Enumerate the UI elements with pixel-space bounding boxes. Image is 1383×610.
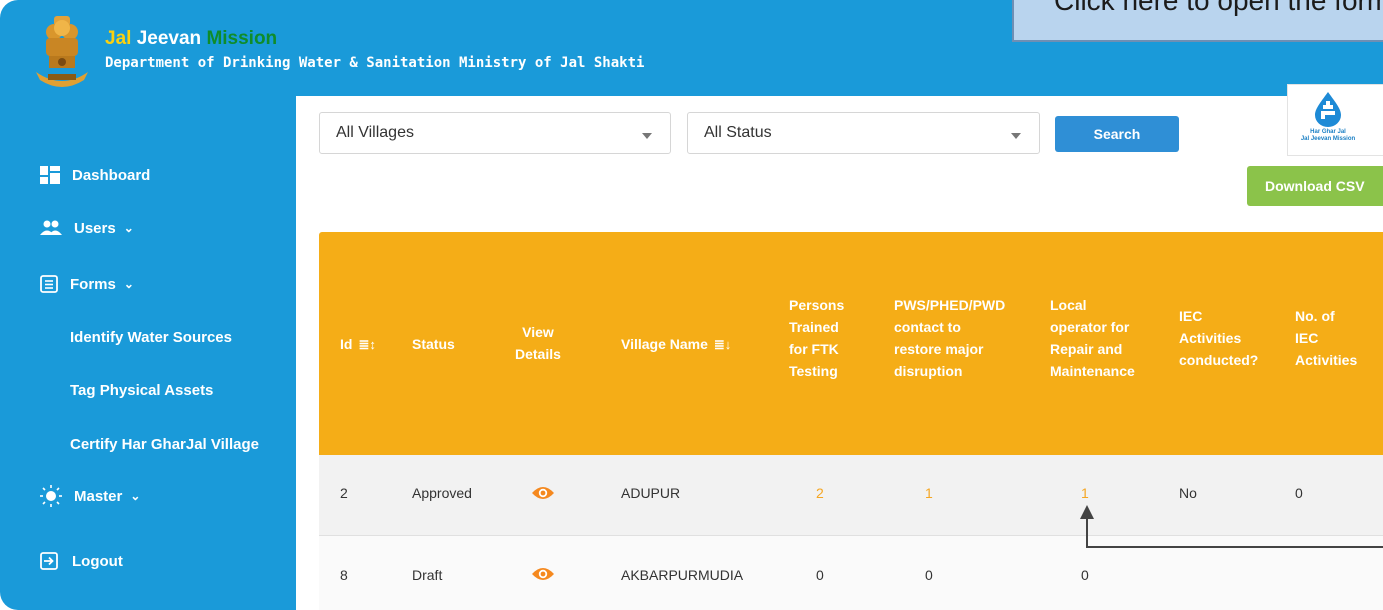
column-header-iec-conducted: IEC Activities conducted? (1179, 305, 1258, 371)
cell-persons-trained: 0 (816, 567, 824, 583)
chevron-down-icon: ⌄ (123, 277, 134, 291)
cell-village-name: AKBARPURMUDIA (621, 567, 744, 583)
sidebar-item-forms[interactable]: Forms ⌄ (40, 269, 134, 299)
cell-id: 8 (340, 567, 348, 583)
status-select-value: All Status (704, 124, 772, 141)
cell-iec-conducted: No (1179, 485, 1197, 501)
arrowhead-icon (1080, 505, 1094, 519)
cell-no-of-iec: 0 (1295, 485, 1303, 501)
column-header-id[interactable]: Id ≣↕ (340, 333, 376, 356)
sort-icon: ≣↓ (713, 337, 732, 352)
caret-down-icon (642, 133, 652, 139)
cell-status: Draft (412, 567, 443, 583)
cell-village-name: ADUPUR (621, 485, 681, 501)
column-header-line: Repair and (1050, 341, 1123, 357)
chevron-down-icon: ⌄ (123, 221, 134, 235)
column-header-line: Testing (789, 363, 838, 379)
caret-down-icon (1011, 133, 1021, 139)
sidebar-item-logout[interactable]: Logout (40, 546, 123, 576)
cell-local-operator: 0 (1081, 567, 1089, 583)
column-header-pws-contact: PWS/PHED/PWD contact to restore major di… (894, 294, 1005, 382)
column-header-line: for FTK (789, 341, 839, 357)
logo-text-line1: Har Ghar Jal (1310, 129, 1346, 135)
sidebar-item-users[interactable]: Users ⌄ (40, 213, 134, 243)
column-header-line: restore major (894, 341, 984, 357)
column-header-line: operator for (1050, 319, 1130, 335)
column-header-line: Persons (789, 297, 845, 313)
eye-icon[interactable] (531, 485, 555, 501)
dashboard-icon (40, 166, 60, 184)
brand-subtitle: Department of Drinking Water & Sanitatio… (105, 55, 645, 71)
logo-text-line2: Jal Jeevan Mission (1300, 136, 1356, 142)
column-header-line: Activities (1295, 352, 1358, 368)
sidebar: Dashboard Users ⌄ Forms ⌄ Identify Water… (0, 96, 296, 610)
village-select-value: All Villages (336, 124, 414, 141)
instruction-callout: Click here to open the form (1012, 0, 1383, 42)
app-window: Jal Jeevan Mission Department of Drinkin… (0, 0, 1383, 610)
water-drop-icon (1315, 92, 1341, 127)
column-header-view-line: View (522, 324, 554, 340)
users-icon (40, 220, 62, 235)
column-header-line: No. of (1295, 308, 1335, 324)
cell-pws-contact: 0 (925, 567, 933, 583)
cell-pws-contact[interactable]: 1 (925, 485, 933, 501)
cell-persons-trained[interactable]: 2 (816, 485, 824, 501)
table-header: Id ≣↕ Status View Details Village Name ≣↓ … (319, 232, 1383, 455)
sidebar-item-tag-physical-assets[interactable]: Tag Physical Assets (70, 382, 213, 399)
sidebar-item-master-label: Master (74, 487, 123, 505)
cell-status: Approved (412, 485, 472, 501)
brand-title-mission: Mission (206, 28, 278, 49)
sidebar-item-forms-label: Forms (70, 275, 116, 293)
sidebar-item-dashboard[interactable]: Dashboard (40, 160, 150, 190)
column-header-line: Activities (1179, 330, 1242, 346)
brand-title: Jal Jeevan Mission (105, 28, 277, 50)
cell-id: 2 (340, 485, 348, 501)
download-csv-button[interactable]: Download CSV (1247, 166, 1383, 206)
sidebar-item-dashboard-label: Dashboard (72, 166, 151, 184)
column-header-status: Status (412, 336, 455, 352)
column-header-local-operator: Local operator for Repair and Maintenanc… (1050, 294, 1135, 382)
chevron-down-icon: ⌄ (130, 489, 141, 503)
column-header-line: IEC (1295, 330, 1319, 346)
brand-title-jal: Jal (105, 28, 132, 49)
sidebar-item-logout-label: Logout (72, 552, 123, 570)
sidebar-item-identify-water-sources[interactable]: Identify Water Sources (70, 329, 232, 346)
har-ghar-jal-logo: Har Ghar Jal Jal Jeevan Mission (1287, 84, 1383, 156)
column-header-line: disruption (894, 363, 963, 379)
column-header-line: Trained (789, 319, 839, 335)
village-select[interactable]: All Villages (319, 112, 671, 154)
column-header-id-label: Id (340, 336, 353, 352)
column-header-village-name[interactable]: Village Name ≣↓ (621, 333, 731, 356)
instruction-callout-text: Click here to open the form (1054, 0, 1383, 16)
sidebar-item-users-label: Users (74, 219, 116, 237)
column-header-line: IEC (1179, 308, 1203, 324)
eye-icon[interactable] (531, 566, 555, 582)
column-header-line: Maintenance (1050, 363, 1135, 379)
sort-icon: ≣↕ (358, 337, 376, 352)
column-header-line: conducted? (1179, 352, 1259, 368)
annotation-arrow-horizontal (1086, 546, 1383, 548)
logout-icon (40, 552, 58, 570)
cell-local-operator[interactable]: 1 (1081, 485, 1089, 501)
sidebar-item-certify-village[interactable]: Certify Har GharJal Village (70, 436, 259, 453)
column-header-line: Local (1050, 297, 1087, 313)
sidebar-item-master[interactable]: Master ⌄ (40, 481, 140, 511)
sun-icon (40, 485, 62, 507)
table-row: 2 Approved ADUPUR 2 1 1 No 0 (319, 455, 1383, 536)
column-header-persons-trained: Persons Trained for FTK Testing (789, 294, 844, 382)
national-emblem-icon (36, 16, 88, 87)
annotation-arrow-vertical (1086, 518, 1088, 548)
column-header-details-line: Details (515, 346, 561, 362)
brand-title-jeevan: Jeevan (136, 28, 202, 49)
forms-icon (40, 275, 58, 293)
column-header-village-label: Village Name (621, 336, 708, 352)
status-select[interactable]: All Status (687, 112, 1040, 154)
column-header-view-details: View Details (515, 321, 561, 365)
column-header-line: contact to (894, 319, 961, 335)
column-header-line: PWS/PHED/PWD (894, 297, 1006, 313)
search-button[interactable]: Search (1055, 116, 1179, 152)
column-header-no-of-iec: No. of IEC Activities (1295, 305, 1357, 371)
logo-text: Har Ghar Jal Jal Jeevan Mission (1288, 129, 1368, 143)
